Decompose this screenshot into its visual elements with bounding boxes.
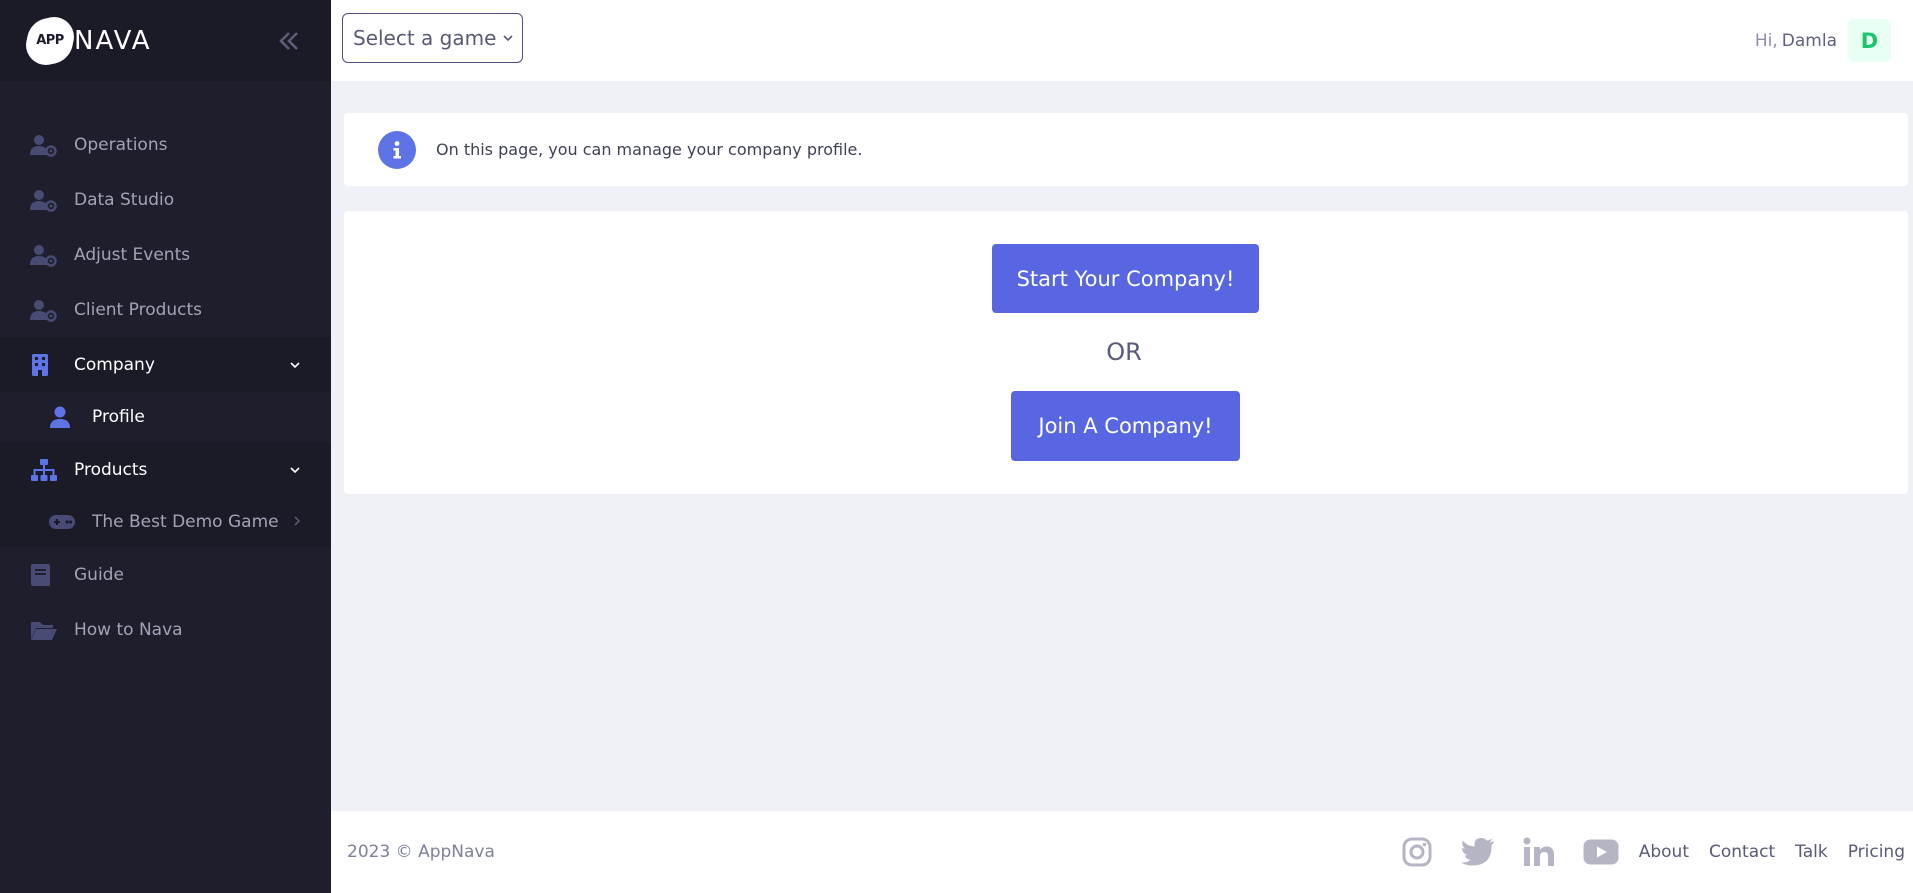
- sidebar-item-label: Guide: [74, 564, 124, 585]
- footer-link-contact[interactable]: Contact: [1709, 842, 1775, 862]
- sidebar-header: APP NAVA: [0, 0, 331, 81]
- sidebar-item-label: Company: [74, 354, 155, 375]
- footer-link-pricing[interactable]: Pricing: [1848, 842, 1905, 862]
- or-text: OR: [1106, 338, 1142, 366]
- logo-badge: APP: [30, 20, 70, 61]
- footer: 2023 © AppNava About Contact Talk Pricin…: [331, 811, 1913, 893]
- youtube-icon[interactable]: [1583, 839, 1619, 865]
- footer-right: About Contact Talk Pricing: [1401, 811, 1905, 893]
- twitter-icon[interactable]: [1460, 837, 1495, 867]
- sidebar-item-label: Operations: [74, 134, 168, 155]
- user-icon: [48, 404, 78, 430]
- sidebar-item-label: Products: [74, 459, 148, 480]
- sidebar-item-how-to-nava[interactable]: How to Nava: [0, 602, 331, 657]
- avatar[interactable]: D: [1848, 19, 1891, 62]
- info-text: On this page, you can manage your compan…: [436, 140, 863, 159]
- sitemap-icon: [30, 457, 60, 483]
- double-chevron-left-icon: [279, 31, 298, 50]
- sidebar-item-the-best-demo-game[interactable]: The Best Demo Game: [0, 497, 331, 547]
- users-cog-icon: [30, 297, 60, 323]
- greeting-text: Hi,: [1754, 30, 1778, 51]
- appnava-logo[interactable]: APP NAVA: [30, 20, 152, 61]
- footer-link-talk[interactable]: Talk: [1795, 842, 1828, 862]
- gamepad-icon: [48, 509, 78, 535]
- sidebar-item-label: How to Nava: [74, 619, 183, 640]
- join-company-button[interactable]: Join A Company!: [1011, 391, 1240, 461]
- users-cog-icon: [30, 132, 60, 158]
- chevron-down-icon: [289, 358, 301, 372]
- info-card: On this page, you can manage your compan…: [344, 113, 1908, 186]
- sidebar-item-company[interactable]: Company: [0, 337, 331, 392]
- start-company-button[interactable]: Start Your Company!: [992, 244, 1259, 313]
- sidebar-item-label: Client Products: [74, 299, 203, 320]
- copyright-text: 2023 © AppNava: [347, 842, 495, 862]
- topbar: Select a game Hi, Damla D: [331, 0, 1913, 81]
- users-cog-icon: [30, 187, 60, 213]
- info-icon: [378, 130, 416, 169]
- sidebar-item-label: The Best Demo Game: [92, 512, 279, 532]
- user-menu[interactable]: Hi, Damla D: [1755, 19, 1891, 62]
- sidebar-item-guide[interactable]: Guide: [0, 547, 331, 602]
- building-icon: [30, 352, 60, 378]
- sidebar-item-products[interactable]: Products: [0, 442, 331, 497]
- chevron-down-icon: [289, 463, 301, 477]
- user-name: Damla: [1781, 30, 1837, 51]
- users-cog-icon: [30, 242, 60, 268]
- sidebar-item-adjust-events[interactable]: Adjust Events: [0, 227, 331, 282]
- collapse-sidebar-button[interactable]: [277, 29, 301, 53]
- game-select-dropdown[interactable]: Select a game: [342, 13, 523, 63]
- footer-link-about[interactable]: About: [1639, 842, 1689, 862]
- folder-open-icon: [30, 617, 60, 643]
- sidebar-item-operations[interactable]: Operations: [0, 117, 331, 172]
- company-action-card: Start Your Company! OR Join A Company!: [344, 211, 1908, 494]
- book-icon: [30, 562, 60, 588]
- or-divider-text: OR: [344, 338, 1908, 366]
- sidebar-item-label: Data Studio: [74, 189, 175, 210]
- sidebar-item-label: Adjust Events: [74, 244, 191, 265]
- sidebar: APP NAVA Operations Data Studio Adjust E…: [0, 0, 331, 893]
- sidebar-item-label: Profile: [92, 407, 145, 427]
- chevron-down-icon: [502, 31, 514, 45]
- sidebar-item-data-studio[interactable]: Data Studio: [0, 172, 331, 227]
- game-select-value: Select a game: [353, 26, 497, 50]
- sidebar-item-client-products[interactable]: Client Products: [0, 282, 331, 337]
- instagram-icon[interactable]: [1401, 836, 1433, 868]
- sidebar-item-profile[interactable]: Profile: [0, 392, 331, 442]
- chevron-right-icon: [293, 515, 301, 530]
- sidebar-menu: Operations Data Studio Adjust Events Cli…: [0, 81, 331, 657]
- logo-text: NAVA: [74, 25, 152, 56]
- linkedin-icon[interactable]: [1523, 837, 1555, 867]
- avatar-letter: D: [1860, 28, 1879, 53]
